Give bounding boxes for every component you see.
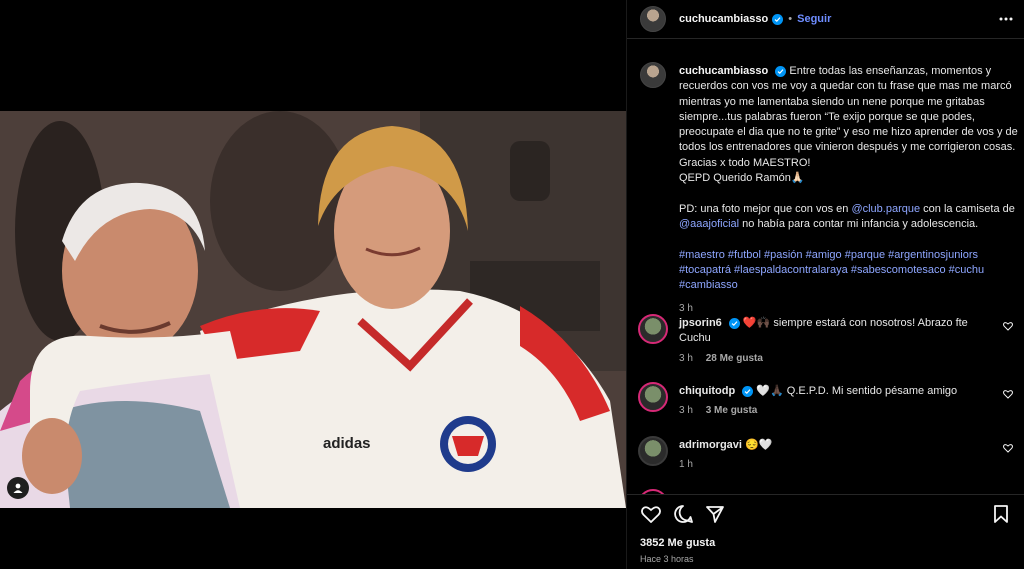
comment-button[interactable] <box>672 503 694 525</box>
caption-ps-1: PD: una foto mejor que con vos en <box>679 202 852 215</box>
commenter-avatar[interactable] <box>638 436 668 466</box>
verified-badge-icon <box>742 386 754 397</box>
comment-body: adrimorgavi 😔🤍 1 h <box>679 438 989 473</box>
comment-likes[interactable]: 28 Me gusta <box>706 353 763 364</box>
mention-link[interactable]: @club.parque <box>851 203 920 215</box>
actions-divider <box>627 494 1024 495</box>
caption-text: Entre todas las enseñanzas, momentos y r… <box>679 65 1018 169</box>
comment-body: chiquitodp 🤍🙏🏿 Q.E.P.D. Mi sentido pésam… <box>679 384 989 419</box>
caption-time[interactable]: 3 h <box>679 301 1024 316</box>
post-header: cuchucambiasso • Seguir <box>627 0 1024 38</box>
verified-badge-icon <box>728 318 740 329</box>
comment-body: jpsorin6 ❤️🙌🏿 siempre estará con nosotro… <box>679 316 989 366</box>
author-avatar[interactable] <box>640 6 666 32</box>
comment-meta: 3 h 3 Me gusta <box>679 403 989 418</box>
caption-username[interactable]: cuchucambiasso <box>679 65 768 77</box>
verified-badge-icon <box>772 13 784 25</box>
commenter-avatar[interactable] <box>638 314 668 344</box>
commenter-avatar[interactable] <box>638 382 668 412</box>
heart-icon[interactable] <box>1003 389 1013 399</box>
author-username[interactable]: cuchucambiasso <box>679 13 768 25</box>
comment-icon <box>674 505 693 523</box>
post-timestamp[interactable]: Hace 3 horas <box>640 554 694 564</box>
comment-time[interactable]: 3 h <box>679 353 693 364</box>
heart-icon <box>641 506 661 523</box>
likes-count[interactable]: 3852 Me gusta <box>640 537 715 549</box>
comment-time[interactable]: 3 h <box>679 405 693 416</box>
comments-section: cuchucambiasso Entre todas las enseñanza… <box>627 52 1024 494</box>
comment-likes[interactable]: 3 Me gusta <box>706 405 758 416</box>
caption-author-avatar[interactable] <box>640 62 666 88</box>
post-panel: cuchucambiasso • Seguir cuchucambiasso E… <box>626 0 1024 569</box>
comment-text: 😔🤍 <box>745 439 773 451</box>
separator-dot: • <box>788 13 793 25</box>
comment-meta: 1 h <box>679 457 989 472</box>
hashtags[interactable]: #maestro #futbol #pasión #amigo #parque … <box>679 249 984 292</box>
verified-badge-icon <box>775 66 787 77</box>
header-divider <box>627 38 1024 39</box>
comment-time[interactable]: 1 h <box>679 459 693 470</box>
comment-username[interactable]: chiquitodp <box>679 385 735 397</box>
comment-meta: 3 h 28 Me gusta <box>679 351 989 366</box>
post-actions <box>640 503 1015 527</box>
mention-link[interactable]: @aaajoficial <box>679 218 739 230</box>
more-options-button[interactable] <box>997 10 1015 28</box>
comment-username[interactable]: jpsorin6 <box>679 317 722 329</box>
comment-username[interactable]: adrimorgavi <box>679 439 742 451</box>
more-options-icon <box>999 17 1013 21</box>
tagged-user-icon <box>13 483 23 493</box>
caption-text-line2: QEPD Querido Ramón🙏🏻 <box>679 172 805 185</box>
tagged-users-button[interactable] <box>7 477 29 499</box>
like-button[interactable] <box>640 503 662 525</box>
heart-icon[interactable] <box>1003 321 1013 331</box>
comment-text: ❤️🙌🏿 siempre estará con nosotros! Abrazo… <box>679 317 968 345</box>
heart-icon[interactable] <box>1003 443 1013 453</box>
comment-text: 🤍🙏🏿 Q.E.P.D. Mi sentido pésame amigo <box>756 385 958 397</box>
post-media: adidas <box>0 0 626 569</box>
post-photo[interactable]: adidas <box>0 111 626 508</box>
save-button[interactable] <box>990 503 1012 525</box>
caption-ps-3: no había para contar mi infancia y adole… <box>739 217 979 230</box>
jersey-brand-text: adidas <box>323 435 371 452</box>
bookmark-icon <box>994 505 1008 523</box>
share-button[interactable] <box>704 503 726 525</box>
caption-ps-2: con la camiseta de <box>920 202 1015 215</box>
photo-illustration: adidas <box>0 111 626 508</box>
follow-button[interactable]: Seguir <box>797 13 831 25</box>
share-icon <box>706 506 724 523</box>
caption-body: cuchucambiasso Entre todas las enseñanza… <box>679 64 1024 317</box>
